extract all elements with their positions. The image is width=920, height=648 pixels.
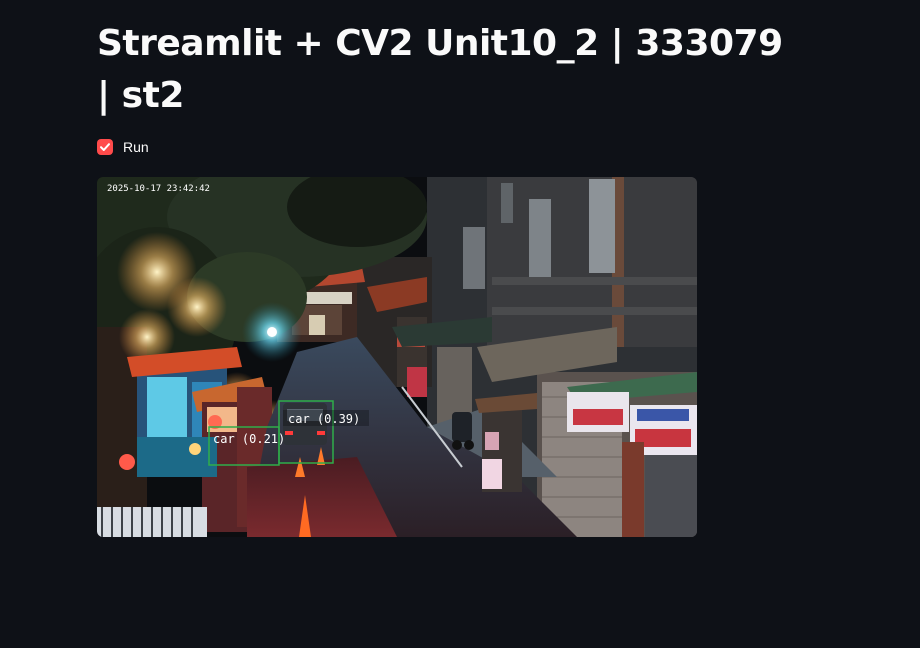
detection-label-1: car (0.39) bbox=[288, 412, 360, 426]
page-title: Streamlit + CV2 Unit10_2 | 333079 | st2 bbox=[97, 23, 783, 116]
detection-label-2: car (0.21) bbox=[213, 432, 285, 446]
checkmark-icon bbox=[100, 143, 110, 151]
video-timestamp: 2025-10-17 23:42:42 bbox=[107, 184, 210, 194]
video-frame: car (0.39) car (0.21) 2025-10-17 23:42:4… bbox=[97, 177, 697, 537]
run-checkbox[interactable]: Run bbox=[97, 139, 149, 155]
run-checkbox-label: Run bbox=[123, 139, 149, 155]
camera-feed-image: car (0.39) car (0.21) 2025-10-17 23:42:4… bbox=[97, 177, 697, 537]
run-checkbox-box[interactable] bbox=[97, 139, 113, 155]
